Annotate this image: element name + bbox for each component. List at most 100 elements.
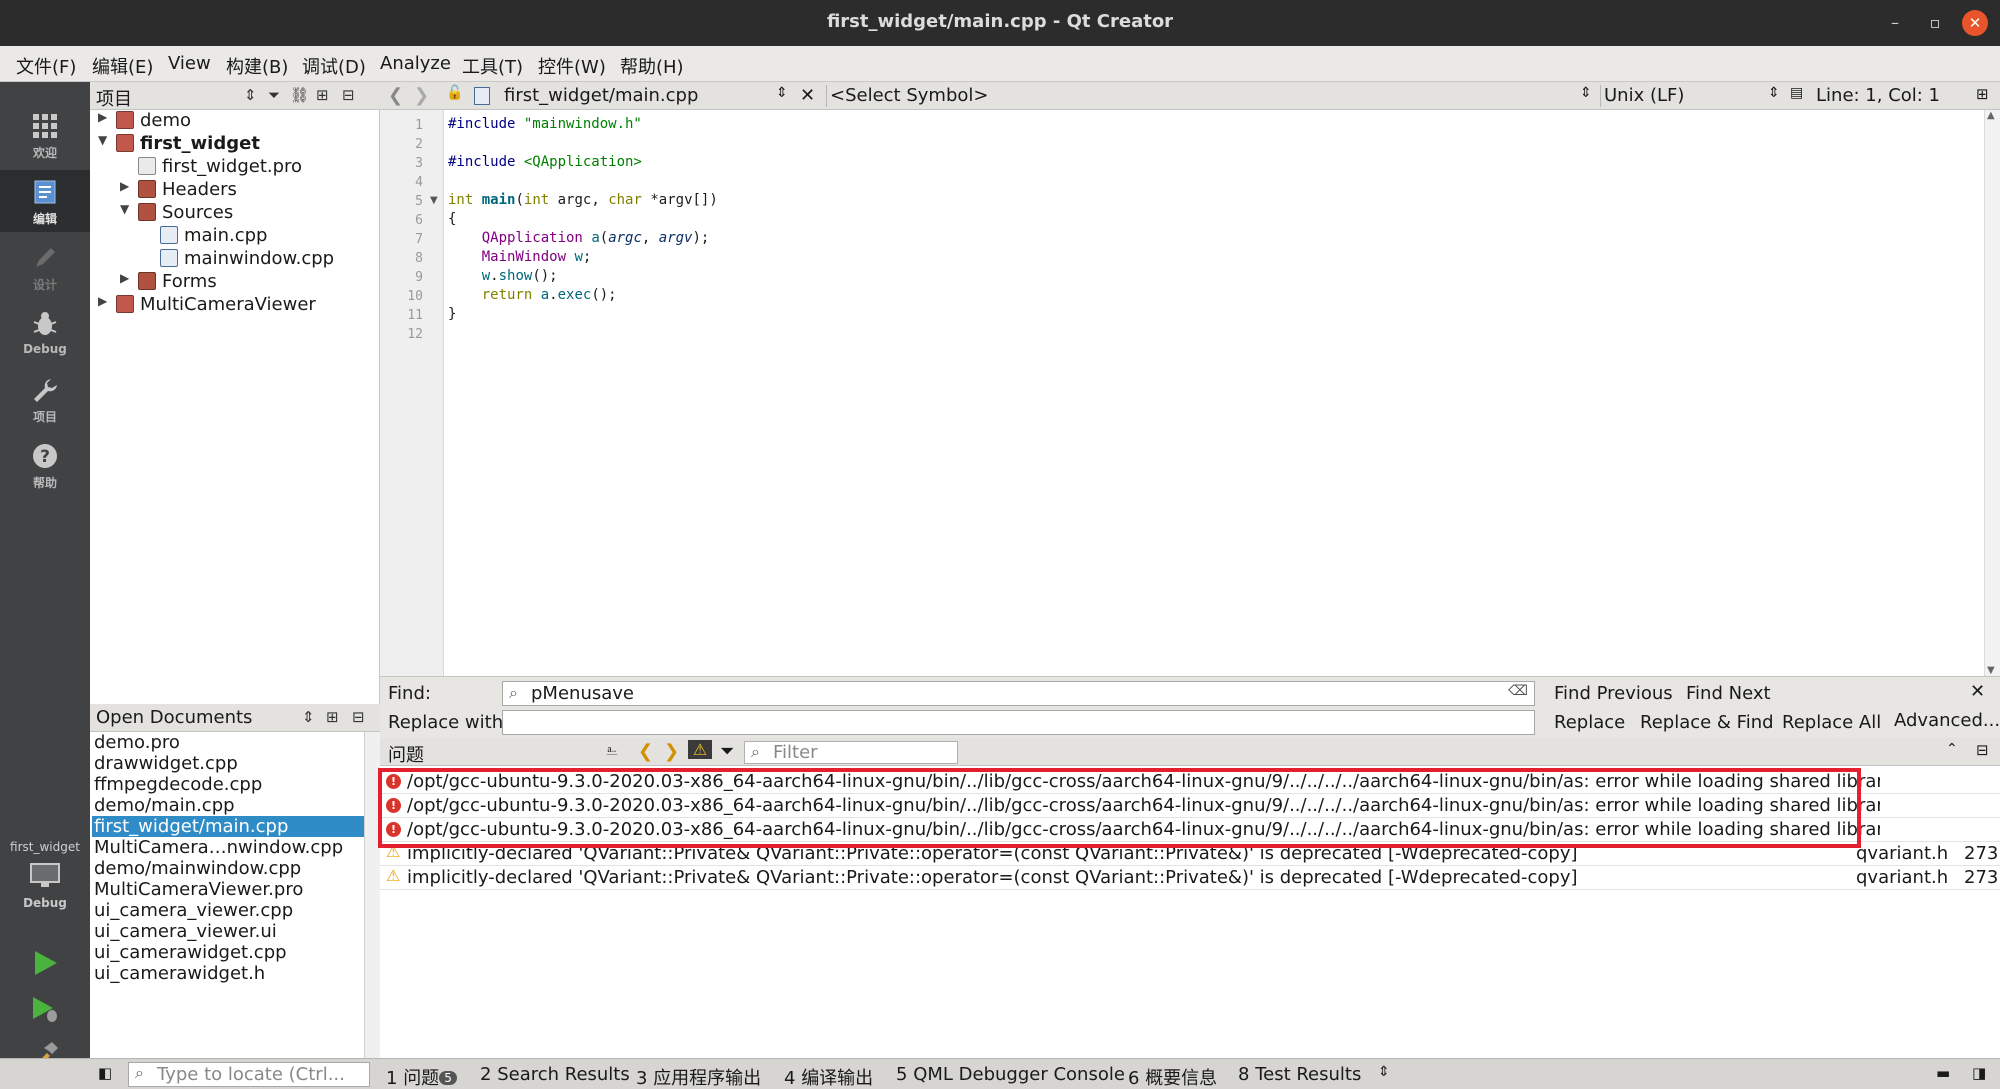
close-document-icon[interactable]: ✕ [800,85,815,106]
toggle-sidebar-icon[interactable]: ◧ [98,1064,112,1082]
progress-details-icon[interactable]: ▬ [1936,1064,1950,1082]
maximize-button[interactable]: ▫ [1922,10,1948,36]
output-tab-issues[interactable]: 1 问题 5 [386,1064,457,1089]
expanded-arrow-icon[interactable]: ▼ [120,202,129,216]
tree-item-multicameraviewer[interactable]: ▶ MultiCameraViewer [98,294,316,317]
mode-debug[interactable]: Debug [0,302,90,364]
close-find-icon[interactable]: ✕ [1970,681,1985,702]
tree-item-demo[interactable]: ▶ demo [98,110,191,133]
menu-view[interactable]: View [168,53,211,74]
toggle-right-sidebar-icon[interactable]: ◨ [1972,1064,1986,1082]
collapsed-arrow-icon[interactable]: ▶ [120,179,129,193]
output-tab-application-output[interactable]: 3 应用程序输出 [636,1064,761,1089]
output-tab-qml-debugger-console[interactable]: 5 QML Debugger Console [896,1064,1125,1085]
collapsed-arrow-icon[interactable]: ▶ [98,294,107,308]
menu-debug[interactable]: 调试(D) [302,53,366,79]
find-previous-button[interactable]: Find Previous [1554,683,1673,704]
open-document-item[interactable]: ui_camerawidget.h [92,963,364,984]
tree-item-first-widget[interactable]: ▼ first_widget [98,133,260,156]
menu-controls[interactable]: 控件(W) [538,53,606,79]
tree-item-sources[interactable]: ▼ Sources [120,202,233,225]
open-document-item[interactable]: demo/mainwindow.cpp [92,858,364,879]
maximize-pane-icon[interactable]: ⌃ [1946,741,1958,757]
scroll-down-icon[interactable]: ▼ [1987,665,1995,676]
replace-button[interactable]: Replace [1554,712,1625,733]
filter-icon[interactable]: ⏷ [720,741,734,762]
open-document-item[interactable]: ui_camera_viewer.cpp [92,900,364,921]
filter-icon[interactable]: ⏷ [268,86,280,104]
mode-design[interactable]: 设计 [0,236,90,298]
menu-build[interactable]: 构建(B) [226,53,288,79]
output-tab-compile-output[interactable]: 4 编译输出 [784,1064,873,1089]
symbol-selector-arrows-icon[interactable]: ⇕ [1580,85,1592,101]
find-input[interactable]: ⌕ pMenusave ⌫ [502,681,1535,706]
debug-run-button[interactable] [30,994,60,1024]
menu-tools[interactable]: 工具(T) [462,53,523,79]
split-icon[interactable]: ⊞ [1976,85,1989,103]
open-document-item[interactable]: drawwidget.cpp [92,753,364,774]
tree-item-mainwindow-cpp[interactable]: mainwindow.cpp [160,248,334,271]
collapsed-arrow-icon[interactable]: ▶ [98,110,107,124]
issues-filter-input[interactable]: ⌕ Filter [744,741,958,764]
minimize-button[interactable]: – [1882,10,1908,36]
advanced-button[interactable]: Advanced... [1894,710,2000,731]
menu-edit[interactable]: 编辑(E) [92,53,153,79]
open-document-item[interactable]: MultiCamera…nwindow.cpp [92,837,364,858]
tree-item-headers[interactable]: ▶ Headers [120,179,237,202]
code-editor[interactable]: #include "mainwindow.h" #include <QAppli… [444,110,1984,676]
open-document-item[interactable]: ui_camera_viewer.ui [92,921,364,942]
minimize-pane-icon[interactable]: ⊟ [1976,741,1989,759]
tree-item-main-cpp[interactable]: main.cpp [160,225,267,248]
tree-item-first-widget-pro[interactable]: first_widget.pro [138,156,302,179]
back-arrow-icon[interactable]: ❮ [388,85,403,106]
collapsed-arrow-icon[interactable]: ▶ [120,271,129,285]
menu-help[interactable]: 帮助(H) [620,53,684,79]
open-document-item[interactable]: demo.pro [92,732,364,753]
forward-arrow-icon[interactable]: ❯ [414,85,429,106]
issue-row-warning[interactable]: ⚠ implicitly-declared 'QVariant::Private… [380,866,2000,890]
menu-analyze[interactable]: Analyze [380,53,451,74]
run-button[interactable] [30,948,60,978]
line-ending-selector[interactable]: Unix (LF) [1604,85,1684,106]
cursor-position[interactable]: Line: 1, Col: 1 [1816,85,1940,106]
warning-filter-icon[interactable]: ⚠ [688,740,712,759]
editor-scrollbar[interactable]: ▲ ▼ [1984,110,2000,676]
find-next-button[interactable]: Find Next [1686,683,1771,704]
output-tab-search-results[interactable]: 2 Search Results [480,1064,630,1085]
next-item-icon[interactable]: ❯ [664,741,679,762]
tree-item-forms[interactable]: ▶ Forms [120,271,217,294]
clean-icon[interactable]: ⎁ [606,741,618,759]
mode-edit[interactable]: 编辑 [0,170,90,232]
mode-projects[interactable]: 项目 [0,368,90,430]
sync-link-icon[interactable]: ⛓ [290,86,309,104]
open-document-item[interactable]: demo/main.cpp [92,795,364,816]
file-selector-arrows-icon[interactable]: ⇕ [776,85,788,101]
search-icon[interactable]: ⌕ [509,683,518,703]
split-icon[interactable]: ⊞ [316,86,329,104]
line-ending-arrows-icon[interactable]: ⇕ [1768,85,1780,101]
replace-find-button[interactable]: Replace & Find [1640,712,1774,733]
view-selector-arrows-icon[interactable]: ⇕ [244,86,257,104]
menu-file[interactable]: 文件(F) [16,53,76,79]
view-selector-arrows-icon[interactable]: ⇕ [302,708,315,726]
symbol-selector[interactable]: <Select Symbol> [830,85,988,106]
replace-all-button[interactable]: Replace All [1782,712,1881,733]
open-document-item[interactable]: ui_camerawidget.cpp [92,942,364,963]
locator-input[interactable]: ⌕ Type to locate (Ctrl... [128,1062,370,1087]
kit-selector[interactable]: first_widget Debug [0,840,90,920]
open-document-item[interactable]: ffmpegdecode.cpp [92,774,364,795]
more-tabs-arrows-icon[interactable]: ⇕ [1378,1064,1390,1080]
previous-item-icon[interactable]: ❮ [638,741,653,762]
replace-input[interactable] [502,710,1535,735]
split-icon[interactable]: ⊞ [326,708,339,726]
output-tab-general-messages[interactable]: 6 概要信息 [1128,1064,1217,1089]
mode-help[interactable]: ? 帮助 [0,434,90,496]
fold-arrow-icon[interactable]: ▼ [430,195,438,206]
open-document-item-selected[interactable]: first_widget/main.cpp [92,816,364,837]
current-file-selector[interactable]: first_widget/main.cpp [504,85,698,106]
scroll-up-icon[interactable]: ▲ [1987,110,1995,121]
expanded-arrow-icon[interactable]: ▼ [98,133,107,147]
output-tab-test-results[interactable]: 8 Test Results [1238,1064,1361,1085]
clear-input-icon[interactable]: ⌫ [1508,683,1528,699]
close-button[interactable]: ✕ [1962,10,1988,36]
